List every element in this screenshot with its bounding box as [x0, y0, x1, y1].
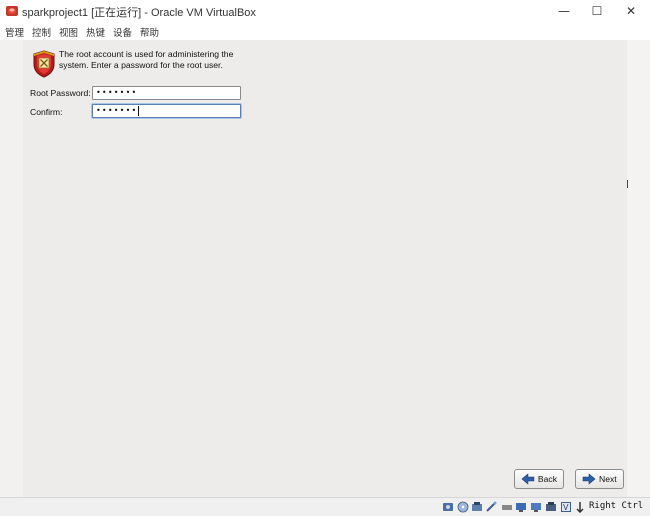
virtualbox-app-icon[interactable] — [5, 4, 19, 18]
video-capture-icon[interactable] — [545, 501, 557, 513]
menu-hotkey[interactable]: 热键 — [86, 25, 105, 39]
usb-icon[interactable] — [501, 501, 513, 513]
audio-icon[interactable] — [471, 501, 483, 513]
host-key-label: Right Ctrl — [589, 501, 644, 511]
shared-folders-icon[interactable] — [515, 501, 527, 513]
maximize-icon: ☐ — [591, 4, 603, 18]
menu-help[interactable]: 帮助 — [140, 25, 159, 39]
root-password-label: Root Password: — [30, 88, 91, 98]
hard-disk-icon[interactable] — [442, 501, 454, 513]
network-icon[interactable] — [485, 501, 497, 513]
next-button-label: Next — [599, 474, 617, 484]
menu-manage[interactable]: 管理 — [5, 25, 24, 39]
guest-margin — [627, 40, 650, 497]
menu-bar: 管理 控制 视图 热键 设备 帮助 — [0, 22, 650, 40]
next-button[interactable]: Next — [575, 469, 624, 489]
root-shield-icon — [33, 50, 55, 78]
minimize-button[interactable]: — — [547, 0, 581, 22]
text-caret — [138, 105, 140, 116]
root-password-field[interactable]: ••••••• — [92, 86, 241, 100]
menu-control[interactable]: 控制 — [32, 25, 51, 39]
minimize-icon: — — [558, 4, 570, 18]
back-button[interactable]: Back — [514, 469, 564, 489]
menu-devices[interactable]: 设备 — [113, 25, 132, 39]
confirm-password-value: ••••••• — [96, 106, 138, 115]
menu-view[interactable]: 视图 — [59, 25, 78, 39]
intro-text: The root account is used for administeri… — [59, 49, 234, 70]
confirm-label: Confirm: — [30, 107, 63, 117]
virtualization-icon[interactable]: V — [560, 501, 572, 513]
window-title: sparkproject1 [正在运行] - Oracle VM Virtual… — [22, 7, 256, 19]
title-bar: sparkproject1 [正在运行] - Oracle VM Virtual… — [0, 0, 650, 22]
status-bar: V Right Ctrl — [0, 497, 650, 516]
display-icon[interactable] — [530, 501, 542, 513]
confirm-password-field[interactable]: ••••••• — [92, 104, 241, 118]
close-button[interactable]: ✕ — [614, 0, 648, 22]
next-arrow-icon — [582, 473, 596, 485]
back-arrow-icon — [521, 473, 535, 485]
mouse-icon[interactable] — [574, 501, 586, 513]
mouse-cursor — [627, 180, 628, 188]
close-icon: ✕ — [625, 4, 637, 18]
optical-drive-icon[interactable] — [457, 501, 469, 513]
root-password-value: ••••••• — [96, 88, 138, 97]
back-button-label: Back — [537, 474, 557, 484]
svg-text:V: V — [563, 503, 569, 512]
maximize-button[interactable]: ☐ — [580, 0, 614, 22]
